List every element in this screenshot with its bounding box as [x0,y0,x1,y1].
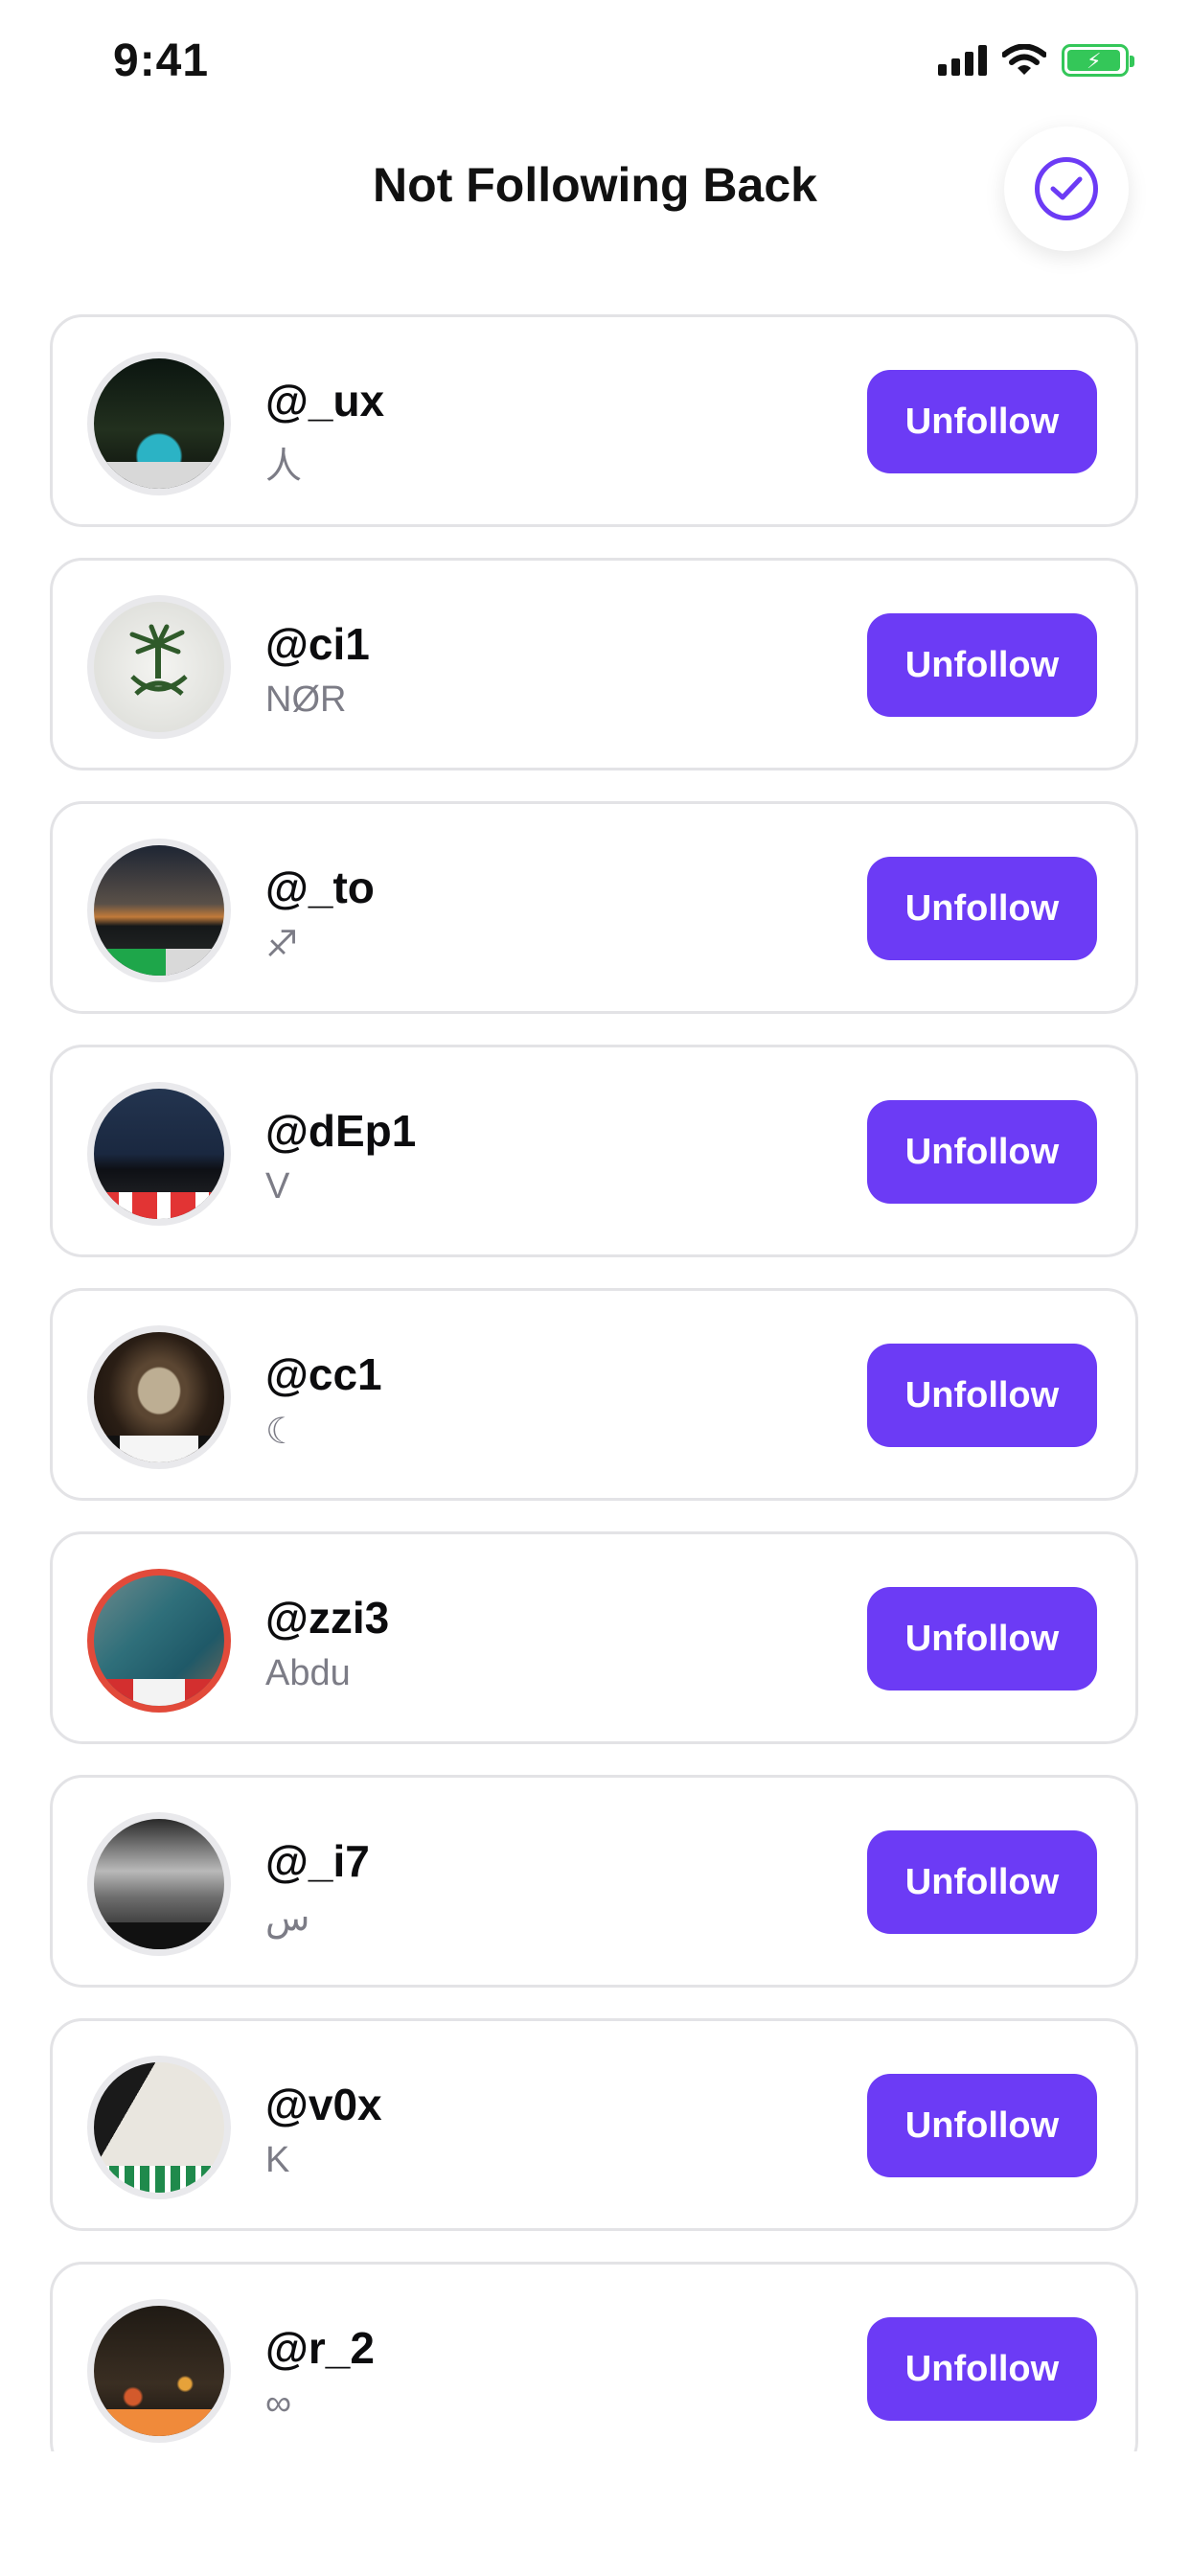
avatar[interactable] [87,2056,231,2199]
user-card: @_ux 人 Unfollow [50,314,1138,527]
username[interactable]: @cc1 [265,1348,382,1400]
unfollow-button[interactable]: Unfollow [867,857,1097,960]
check-circle-icon [1035,157,1098,220]
status-bar: 9:41 ⚡ [0,0,1190,115]
username[interactable]: @_to [265,862,375,913]
display-name: NØR [265,679,347,720]
user-card: @cc1 ☾ Unfollow [50,1288,1138,1501]
unfollow-button[interactable]: Unfollow [867,370,1097,473]
username[interactable]: @_ux [265,375,384,426]
username[interactable]: @r_2 [265,2322,375,2374]
wifi-icon [1002,44,1046,75]
user-card: @dEp1 V Unfollow [50,1045,1138,1257]
unfollow-button[interactable]: Unfollow [867,1830,1097,1934]
display-name: ♐ [265,925,299,965]
display-name: س [265,1898,310,1939]
display-name: ∞ [265,2383,292,2424]
user-card: @ci1 NØR Unfollow [50,558,1138,770]
display-name: V [265,1166,290,1207]
unfollow-button[interactable]: Unfollow [867,2074,1097,2177]
avatar[interactable] [87,1569,231,1713]
display-name: ☾ [265,1412,299,1452]
avatar[interactable] [87,1082,231,1226]
avatar[interactable] [87,1325,231,1469]
battery-charging-icon: ⚡ [1062,44,1134,77]
avatar[interactable] [87,595,231,739]
user-card: @zzi3 Abdu Unfollow [50,1531,1138,1744]
username[interactable]: @zzi3 [265,1592,389,1644]
username[interactable]: @_i7 [265,1835,370,1887]
unfollow-button[interactable]: Unfollow [867,1587,1097,1690]
user-card: @r_2 ∞ Unfollow [50,2262,1138,2451]
unfollow-button[interactable]: Unfollow [867,2317,1097,2421]
avatar[interactable] [87,352,231,495]
display-name: Abdu [265,1653,351,1693]
avatar[interactable] [87,1812,231,1956]
avatar[interactable] [87,2299,231,2443]
user-card: @v0x K Unfollow [50,2018,1138,2231]
user-card: @_to ♐ Unfollow [50,801,1138,1014]
unfollow-button[interactable]: Unfollow [867,613,1097,717]
unfollow-button[interactable]: Unfollow [867,1100,1097,1204]
display-name: K [265,2140,290,2180]
username[interactable]: @ci1 [265,618,370,670]
avatar[interactable] [87,839,231,982]
user-card: @_i7 س Unfollow [50,1775,1138,1988]
username[interactable]: @dEp1 [265,1105,416,1157]
signal-icon [938,45,987,76]
status-icons: ⚡ [938,44,1134,77]
username[interactable]: @v0x [265,2079,382,2130]
user-list[interactable]: @_ux 人 Unfollow @ci1 NØR Unfollow @_to ♐… [50,314,1138,2451]
done-button[interactable] [1004,126,1129,251]
display-name: 人 [265,447,303,487]
unfollow-button[interactable]: Unfollow [867,1344,1097,1447]
status-time: 9:41 [113,35,210,86]
